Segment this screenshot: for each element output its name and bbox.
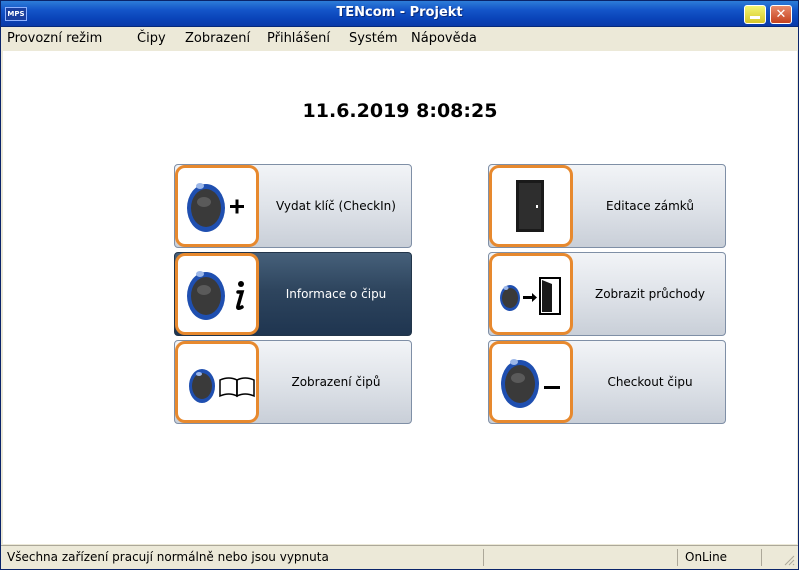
chip-info-button-label: Informace o čipu: [285, 287, 387, 301]
status-separator: [761, 549, 762, 566]
chip-book-icon: [175, 341, 259, 423]
show-passages-button[interactable]: Zobrazit průchody: [488, 252, 726, 336]
checkout-button-label: Checkout čipu: [607, 375, 693, 389]
app-window: MPS TENcom - Projekt ✕ Provozní režim Či…: [0, 0, 799, 570]
title-bar[interactable]: MPS TENcom - Projekt ✕: [1, 1, 798, 27]
current-datetime: 11.6.2019 8:08:25: [302, 100, 498, 122]
status-bar: Všechna zařízení pracují normálně nebo j…: [1, 545, 798, 569]
menu-bar: Provozní režim Čipy Zobrazení Přihlášení…: [1, 28, 798, 50]
minimize-button[interactable]: [744, 5, 766, 24]
chip-plus-icon: [175, 165, 259, 247]
menu-zobrazeni[interactable]: Zobrazení: [185, 31, 250, 46]
status-separator: [677, 549, 678, 566]
resize-grip-icon[interactable]: [782, 553, 795, 566]
status-separator: [483, 549, 484, 566]
checkout-button[interactable]: Checkout čipu: [488, 340, 726, 424]
chip-door-passage-icon: [489, 253, 573, 335]
menu-cipy[interactable]: Čipy: [137, 31, 166, 46]
chip-info-button[interactable]: Informace o čipu: [174, 252, 412, 336]
close-icon: ✕: [775, 7, 787, 22]
main-panel: 11.6.2019 8:08:25 Vydat klíč (CheckIn) E…: [3, 51, 797, 544]
menu-provozni-rezim[interactable]: Provozní režim: [7, 31, 102, 46]
show-passages-button-label: Zobrazit průchody: [594, 287, 706, 301]
chip-info-icon: [175, 253, 259, 335]
show-chips-button[interactable]: Zobrazení čipů: [174, 340, 412, 424]
checkin-button[interactable]: Vydat klíč (CheckIn): [174, 164, 412, 248]
chip-minus-icon: [489, 341, 573, 423]
status-message: Všechna zařízení pracují normálně nebo j…: [7, 550, 329, 564]
menu-system[interactable]: Systém: [349, 31, 397, 46]
close-button[interactable]: ✕: [770, 5, 792, 24]
connection-status: OnLine: [685, 550, 728, 564]
menu-napoveda[interactable]: Nápověda: [411, 31, 477, 46]
door-icon: [489, 165, 573, 247]
edit-locks-button-label: Editace zámků: [606, 199, 694, 213]
edit-locks-button[interactable]: Editace zámků: [488, 164, 726, 248]
menu-prihlaseni[interactable]: Přihlášení: [267, 31, 330, 46]
checkin-button-label: Vydat klíč (CheckIn): [276, 199, 396, 213]
window-title: TENcom - Projekt: [336, 5, 463, 20]
show-chips-button-label: Zobrazení čipů: [291, 375, 381, 389]
